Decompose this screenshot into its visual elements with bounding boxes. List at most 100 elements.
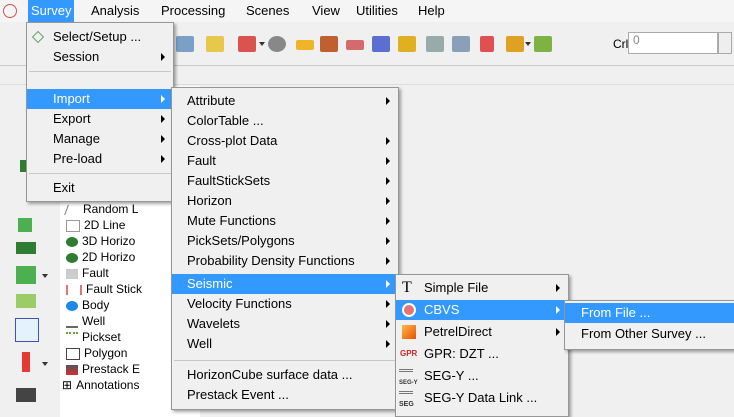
tree-item-2d-horizon[interactable]: 2D Horizo: [66, 249, 135, 265]
menu-item-segy-data-link[interactable]: SEG SEG-Y Data Link ...: [396, 388, 568, 408]
crl-label: Crl: [613, 37, 629, 51]
menu-item-picksets-polygons[interactable]: PickSets/Polygons: [172, 231, 398, 251]
submenu-arrow-icon: [386, 157, 390, 165]
tree-item-prestack-event[interactable]: Prestack E: [66, 361, 140, 377]
menu-item-import[interactable]: Import: [27, 89, 173, 109]
menu-item-cbvs[interactable]: CBVS: [396, 300, 568, 320]
horizon-icon[interactable]: [296, 40, 314, 50]
tree-item-random-line[interactable]: Random L: [64, 201, 138, 217]
menu-item-probability-density-functions[interactable]: Probability Density Functions: [172, 251, 398, 271]
dropdown-arrow-icon[interactable]: [525, 42, 531, 46]
menu-item-export[interactable]: Export: [27, 109, 173, 129]
m-icon[interactable]: [398, 36, 416, 52]
submenu-arrow-icon: [161, 135, 165, 143]
horizon-slice-icon[interactable]: [16, 242, 36, 254]
app-icon[interactable]: [3, 4, 17, 18]
menu-scenes[interactable]: Scenes: [243, 0, 292, 22]
menu-view[interactable]: View: [309, 0, 343, 22]
surface-icon[interactable]: [534, 36, 552, 52]
menu-item-horizoncube-surface-data[interactable]: HorizonCube surface data ...: [172, 365, 398, 385]
menu-item-velocity-functions[interactable]: Velocity Functions: [172, 294, 398, 314]
tree-item-well[interactable]: Well: [66, 313, 105, 329]
text-t-icon: T: [402, 279, 412, 296]
submenu-arrow-icon: [386, 300, 390, 308]
gpr-icon: GPR: [400, 349, 418, 358]
tree-item-pickset[interactable]: Pickset: [66, 329, 121, 345]
stratigraphy-icon[interactable]: [320, 36, 338, 52]
tree-item-label: 3D Horizo: [82, 234, 136, 248]
menu-item-faultsticksets[interactable]: FaultStickSets: [172, 171, 398, 191]
submenu-arrow-icon: [386, 197, 390, 205]
submenu-arrow-icon: [386, 320, 390, 328]
segy-toolbar-icon[interactable]: [452, 36, 470, 52]
tree-item-label: Well: [82, 314, 106, 328]
camera-icon[interactable]: [16, 388, 36, 402]
menu-item-fault[interactable]: Fault: [172, 151, 398, 171]
menu-analysis[interactable]: Analysis: [88, 0, 142, 22]
tree-item-body[interactable]: Body: [66, 297, 109, 313]
menu-help[interactable]: Help: [415, 0, 448, 22]
pencil-icon[interactable]: [16, 294, 36, 308]
2d-line-icon: [66, 219, 80, 232]
dropdown-arrow-icon[interactable]: [42, 362, 48, 366]
menu-item-from-file[interactable]: From File ...: [565, 303, 734, 323]
menu-item-simple-file[interactable]: T Simple File: [396, 278, 568, 298]
menu-item-cross-plot-data[interactable]: Cross-plot Data: [172, 131, 398, 151]
well-tie-icon[interactable]: [480, 36, 494, 52]
menu-item-petreldirect[interactable]: PetrelDirect: [396, 322, 568, 342]
dropdown-arrow-icon[interactable]: [259, 42, 265, 46]
crl-spinner[interactable]: [718, 32, 732, 54]
dropdown-arrow-icon[interactable]: [42, 274, 48, 278]
tree-item-polygon[interactable]: Polygon: [66, 345, 127, 361]
menu-item-select-setup[interactable]: Select/Setup ...: [27, 27, 173, 47]
fault-stick-icon: [66, 284, 82, 295]
menu-item-exit[interactable]: Exit: [27, 178, 173, 198]
tree-item-fault[interactable]: Fault: [66, 265, 109, 281]
tree-item-annotations[interactable]: ⊞ Annotations: [62, 377, 139, 393]
menu-item-gpr-dzt[interactable]: GPR GPR: DZT ...: [396, 344, 568, 364]
submenu-arrow-icon: [161, 53, 165, 61]
expand-icon[interactable]: ⊞: [62, 378, 72, 392]
submenu-arrow-icon: [161, 95, 165, 103]
fault-icon[interactable]: [506, 36, 524, 52]
menu-item-pre-load[interactable]: Pre-load: [27, 149, 173, 169]
attribute-icon[interactable]: [176, 36, 194, 52]
menu-processing[interactable]: Processing: [158, 0, 228, 22]
tree-item-fault-stick[interactable]: Fault Stick: [66, 281, 142, 297]
menu-item-colortable[interactable]: ColorTable ...: [172, 111, 398, 131]
crl-input[interactable]: 0: [628, 32, 718, 54]
volume-icon[interactable]: [16, 266, 36, 284]
menu-item-attribute[interactable]: Attribute: [172, 91, 398, 111]
menu-item-mute-functions[interactable]: Mute Functions: [172, 211, 398, 231]
axes-icon[interactable]: [15, 318, 39, 342]
chain-icon[interactable]: [346, 40, 364, 50]
segy-link-icon: SEG: [399, 391, 414, 408]
submenu-arrow-icon: [386, 237, 390, 245]
cube-icon[interactable]: [372, 36, 390, 52]
submenu-arrow-icon: [386, 340, 390, 348]
tree-item-2d-line[interactable]: 2D Line: [66, 217, 125, 233]
menu-item-seismic[interactable]: Seismic: [172, 274, 398, 294]
menu-item-prestack-event[interactable]: Prestack Event ...: [172, 385, 398, 405]
menu-item-horizon[interactable]: Horizon: [172, 191, 398, 211]
scissors-icon[interactable]: [426, 36, 444, 52]
submenu-arrow-icon: [556, 284, 560, 292]
menu-item-well[interactable]: Well: [172, 334, 398, 354]
menu-item-manage[interactable]: Manage: [27, 129, 173, 149]
menu-utilities[interactable]: Utilities: [353, 0, 401, 22]
menu-item-wavelets[interactable]: Wavelets: [172, 314, 398, 334]
layers-icon[interactable]: [268, 36, 286, 52]
menu-item-segy[interactable]: SEG-Y SEG-Y ...: [396, 366, 568, 386]
petrel-data-icon[interactable]: [206, 36, 224, 52]
polygon-icon: [66, 347, 80, 360]
tree-item-3d-horizon[interactable]: 3D Horizo: [66, 233, 135, 249]
submenu-arrow-icon: [161, 115, 165, 123]
menu-survey[interactable]: Survey: [28, 0, 75, 22]
menu-item-session[interactable]: Session: [27, 47, 173, 67]
color-bar-icon[interactable]: [22, 352, 30, 372]
tree-item-label: 2D Line: [84, 218, 126, 232]
pdf-icon[interactable]: [238, 36, 256, 52]
crossline-icon[interactable]: [18, 218, 32, 232]
menu-item-from-other-survey[interactable]: From Other Survey ...: [565, 324, 734, 344]
menu-separator: [29, 173, 171, 174]
